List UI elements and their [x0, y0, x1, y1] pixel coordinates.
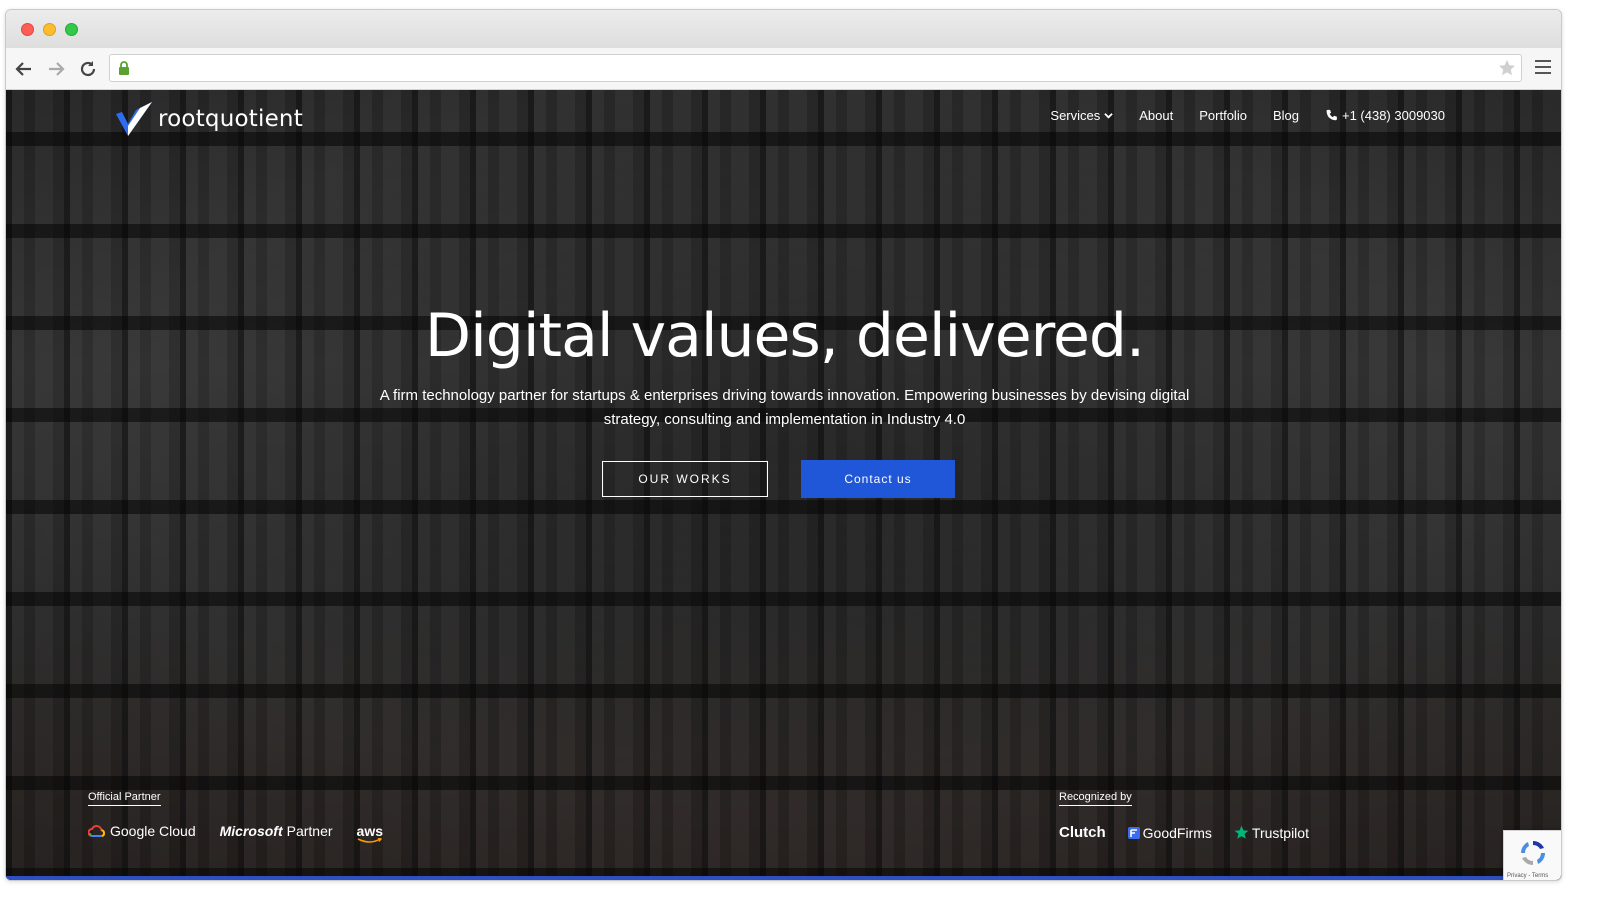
site-header: rootquotient Services About Portfolio Bl…	[6, 90, 1561, 150]
brand-logo[interactable]: rootquotient	[114, 100, 303, 138]
recaptcha-icon	[1520, 840, 1546, 866]
forward-button[interactable]	[44, 57, 68, 81]
nav-services-label: Services	[1050, 108, 1101, 123]
phone-icon	[1326, 109, 1337, 121]
official-partner-label: Official Partner	[88, 791, 161, 806]
goodfirms-text: GoodFirms	[1142, 824, 1212, 841]
arrow-left-icon	[15, 62, 31, 76]
goodfirms-logo: GoodFirms	[1127, 824, 1212, 841]
aws-smile-icon	[357, 838, 382, 843]
nav-about[interactable]: About	[1139, 108, 1173, 123]
google-cloud-text: Google Cloud	[110, 823, 196, 839]
contact-us-button[interactable]: Contact us	[801, 460, 955, 498]
nav-portfolio-label: Portfolio	[1199, 108, 1247, 123]
nav-blog-label: Blog	[1272, 108, 1299, 123]
microsoft-partner-text: Partner	[286, 823, 333, 839]
hero-section: Digital values, delivered. A firm techno…	[6, 300, 1561, 432]
brand-name: rootquotient	[158, 106, 303, 132]
main-navigation: Services About Portfolio Blog +1 (438) 3…	[1050, 108, 1445, 123]
page-viewport: rootquotient Services About Portfolio Bl…	[6, 90, 1561, 880]
google-cloud-icon	[88, 825, 106, 837]
trustpilot-logo: Trustpilot	[1234, 825, 1309, 841]
reload-icon	[80, 61, 96, 77]
hero-overlay	[6, 90, 1561, 880]
reload-button[interactable]	[76, 57, 100, 81]
microsoft-partner-logo: Microsoft Partner	[220, 823, 333, 839]
google-cloud-logo: Google Cloud	[88, 823, 196, 839]
clutch-logo: Clutch	[1059, 824, 1106, 841]
aws-text: aws	[356, 823, 384, 839]
nav-phone[interactable]: +1 (438) 3009030	[1325, 108, 1445, 123]
recognition-logos: Clutch GoodFirms Trustpilot	[1059, 824, 1309, 841]
address-bar[interactable]	[109, 54, 1522, 82]
close-window-button[interactable]	[21, 23, 34, 36]
recognized-by-label: Recognized by	[1059, 791, 1132, 806]
title-bar	[6, 10, 1561, 48]
arrow-right-icon	[49, 62, 65, 76]
lock-icon	[119, 61, 129, 75]
recognized-by: Recognized by Clutch GoodFirms Trustpilo…	[1059, 787, 1309, 841]
recaptcha-badge[interactable]: Privacy - Terms	[1503, 830, 1561, 880]
recaptcha-links[interactable]: Privacy - Terms	[1507, 873, 1548, 879]
partner-logos: Google Cloud Microsoft Partner aws	[88, 823, 384, 843]
nav-phone-number: +1 (438) 3009030	[1341, 108, 1445, 123]
chevron-down-icon	[1104, 113, 1114, 119]
hamburger-menu-icon[interactable]	[1535, 60, 1551, 74]
star-icon[interactable]	[1497, 58, 1517, 78]
trustpilot-text: Trustpilot	[1251, 824, 1309, 841]
microsoft-brand-text: Microsoft	[219, 823, 283, 839]
back-button[interactable]	[12, 57, 36, 81]
nav-about-label: About	[1139, 108, 1174, 123]
hero-subtitle: A firm technology partner for startups &…	[379, 387, 1190, 428]
hero-title: Digital values, delivered.	[424, 301, 1145, 371]
checkmark-logo-icon	[116, 102, 152, 136]
goodfirms-icon	[1127, 826, 1140, 839]
nav-portfolio[interactable]: Portfolio	[1199, 108, 1247, 123]
official-partners: Official Partner Google Cloud Microsoft …	[88, 787, 383, 843]
nav-blog[interactable]: Blog	[1273, 108, 1299, 123]
browser-toolbar	[6, 48, 1561, 90]
nav-services[interactable]: Services	[1050, 108, 1114, 123]
our-works-button[interactable]: OUR WORKS	[602, 461, 768, 497]
minimize-window-button[interactable]	[43, 23, 56, 36]
aws-logo: aws	[356, 823, 384, 843]
maximize-window-button[interactable]	[65, 23, 78, 36]
bottom-accent-bar	[6, 876, 1561, 880]
trustpilot-star-icon	[1234, 825, 1249, 839]
browser-window: rootquotient Services About Portfolio Bl…	[5, 9, 1562, 881]
